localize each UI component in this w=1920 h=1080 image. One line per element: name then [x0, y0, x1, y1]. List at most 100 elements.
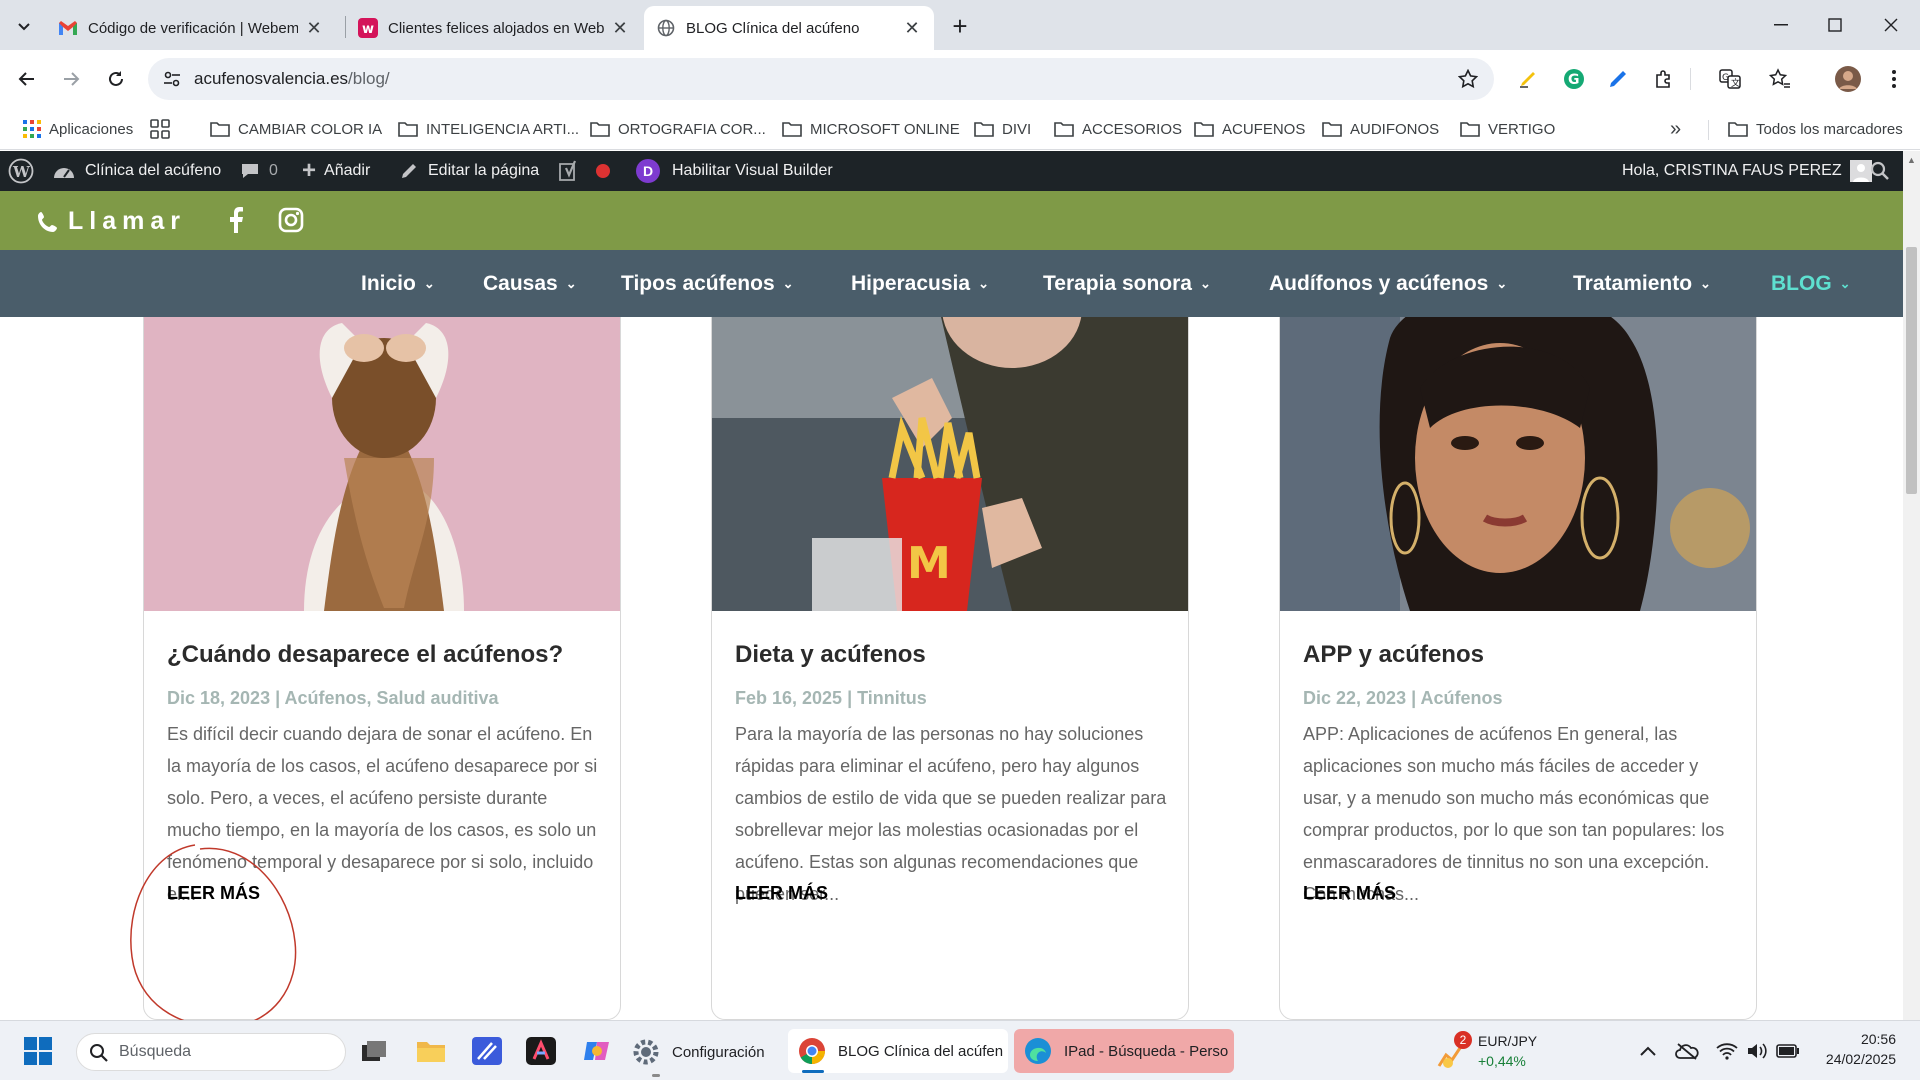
reading-list-star-icon[interactable] [1762, 61, 1798, 97]
wordpress-logo-icon[interactable]: W [8, 151, 34, 191]
show-hidden-icons-chevron[interactable] [1636, 1039, 1660, 1063]
task-view-icon[interactable] [358, 1035, 390, 1067]
wp-account-greeting[interactable]: Hola, CRISTINA FAUS PEREZ [1622, 151, 1872, 191]
yoast-seo-icon[interactable] [558, 151, 582, 191]
scrollbar-thumb[interactable] [1906, 247, 1917, 494]
tab-webempresa[interactable]: w Clientes felices alojados en Web ✕ [346, 6, 642, 50]
bookmark-apps[interactable]: Aplicaciones [23, 116, 133, 142]
extensions-puzzle-icon[interactable] [1646, 61, 1682, 97]
page-scrollbar[interactable]: ▲ [1903, 151, 1920, 1020]
bookmarks-overflow-icon[interactable]: » [1670, 116, 1681, 142]
phone-icon [38, 211, 57, 232]
tab-groups-icon[interactable] [150, 116, 170, 142]
adobe-app-icon[interactable] [524, 1035, 558, 1067]
facebook-icon[interactable] [224, 206, 248, 234]
bookmark-star-icon[interactable] [1450, 61, 1486, 97]
tab-blog-active[interactable]: BLOG Clínica del acúfeno ✕ [644, 6, 934, 50]
wifi-icon[interactable] [1714, 1039, 1740, 1063]
seo-status-dot-icon[interactable] [596, 151, 610, 191]
bookmark-folder-ortografia[interactable]: ORTOGRAFIA COR... [590, 116, 766, 142]
bookmark-folder-audifonos[interactable]: AUDIFONOS [1322, 116, 1439, 142]
folder-icon [210, 122, 230, 137]
post-meta: Dic 18, 2023 | Acúfenos, Salud auditiva [167, 688, 499, 708]
read-more-link[interactable]: LEER MÁS [1303, 883, 1396, 904]
scroll-up-arrow-icon[interactable]: ▲ [1907, 155, 1916, 165]
post-title[interactable]: ¿Cuándo desaparece el acúfenos? [167, 641, 563, 669]
post-thumbnail[interactable] [144, 317, 620, 611]
folder-icon [590, 122, 610, 137]
chevron-down-icon: ⌄ [782, 275, 794, 291]
nav-item-audifonos[interactable]: Audífonos y acúfenos ⌄ [1269, 250, 1507, 317]
post-thumbnail[interactable]: M [712, 317, 1188, 611]
bookmark-folder-acufenos[interactable]: ACUFENOS [1194, 116, 1305, 142]
blog-post-card: M Dieta y acúfenos Feb 16, 2025 | Tinnit… [711, 317, 1189, 1020]
nav-item-tratamiento[interactable]: Tratamiento ⌄ [1573, 250, 1711, 317]
file-explorer-icon[interactable] [414, 1035, 448, 1067]
bookmark-folder-vertigo[interactable]: VERTIGO [1460, 116, 1555, 142]
post-title[interactable]: Dieta y acúfenos [735, 641, 926, 669]
instagram-icon[interactable] [278, 207, 304, 233]
highlighter-extension-icon[interactable] [1510, 61, 1546, 97]
copilot-icon[interactable] [580, 1035, 614, 1067]
post-title[interactable]: APP y acúfenos [1303, 641, 1484, 669]
nav-item-terapia[interactable]: Terapia sonora ⌄ [1043, 250, 1211, 317]
bookmark-folder-accesorios[interactable]: ACCESORIOS [1054, 116, 1182, 142]
nav-item-causas[interactable]: Causas ⌄ [483, 250, 577, 317]
volume-icon[interactable] [1744, 1039, 1770, 1063]
call-link[interactable]: Llamar [36, 207, 186, 236]
close-window-icon[interactable] [1862, 0, 1920, 50]
folder-icon [1194, 122, 1214, 137]
comment-bubble-icon [242, 164, 258, 178]
grammarly-icon[interactable]: G [1556, 61, 1592, 97]
maximize-icon[interactable] [1806, 0, 1864, 50]
wp-site-name[interactable]: Clínica del acúfeno [52, 151, 221, 191]
close-tab-icon[interactable]: ✕ [610, 18, 630, 38]
system-clock[interactable]: 20:56 24/02/2025 [1810, 1031, 1896, 1073]
divi-logo-icon: D [636, 159, 660, 183]
bookmark-folder-cambiar-color[interactable]: CAMBIAR COLOR IA [210, 116, 382, 142]
onedrive-offline-icon[interactable] [1674, 1039, 1700, 1063]
tab-title: Código de verificación | Webem [88, 19, 298, 37]
address-bar[interactable]: acufenosvalencia.es/blog/ [148, 58, 1494, 100]
nav-item-hiperacusia[interactable]: Hiperacusia ⌄ [851, 250, 989, 317]
bookmark-folder-inteligencia[interactable]: INTELIGENCIA ARTI... [398, 116, 579, 142]
chrome-menu-icon[interactable] [1876, 61, 1912, 97]
new-tab-icon[interactable]: + [944, 10, 976, 42]
wp-search-icon[interactable] [1870, 151, 1890, 191]
chevron-down-icon: ⌄ [1496, 275, 1508, 291]
read-more-link[interactable]: LEER MÁS [735, 883, 828, 904]
taskbar-settings-app[interactable]: Configuración [632, 1033, 765, 1071]
wp-comments[interactable]: 0 [240, 151, 278, 191]
taskbar-search-box[interactable]: Búsqueda [76, 1033, 346, 1071]
wp-add-new[interactable]: + Añadir [302, 151, 370, 191]
pen-extension-icon[interactable] [1600, 61, 1636, 97]
close-tab-icon[interactable]: ✕ [902, 18, 922, 38]
post-excerpt: Para la mayoría de las personas no hay s… [735, 724, 1167, 904]
tab-gmail[interactable]: Código de verificación | Webem ✕ [46, 6, 336, 50]
windows-start-icon[interactable] [22, 1035, 54, 1067]
site-info-icon[interactable] [154, 61, 190, 97]
bookmark-folder-divi[interactable]: DIVI [974, 116, 1031, 142]
translate-icon[interactable]: G文 [1712, 61, 1748, 97]
close-tab-icon[interactable]: ✕ [304, 18, 324, 38]
forward-icon[interactable] [53, 61, 89, 97]
nav-item-inicio[interactable]: Inicio ⌄ [361, 250, 435, 317]
bookmark-folder-microsoft[interactable]: MICROSOFT ONLINE [782, 116, 960, 142]
back-icon[interactable] [9, 61, 45, 97]
currency-widget[interactable]: 2 EUR/JPY +0,44% [1436, 1031, 1566, 1073]
divi-visual-builder[interactable]: D Habilitar Visual Builder [636, 151, 833, 191]
minimize-icon[interactable] [1752, 0, 1810, 50]
post-thumbnail[interactable] [1280, 317, 1756, 611]
battery-icon[interactable] [1774, 1039, 1802, 1063]
wp-edit-page[interactable]: Editar la página [400, 151, 539, 191]
pen-app-icon[interactable] [470, 1035, 504, 1067]
nav-item-tipos[interactable]: Tipos acúfenos ⌄ [621, 250, 794, 317]
taskbar-chrome-window[interactable]: BLOG Clínica del acúfen [788, 1029, 1008, 1073]
reload-icon[interactable] [98, 61, 134, 97]
search-icon [90, 1044, 108, 1062]
taskbar-edge-window[interactable]: IPad - Búsqueda - Perso [1014, 1029, 1234, 1073]
tab-search-chevron-icon[interactable] [10, 12, 38, 40]
nav-item-blog-active[interactable]: BLOG ⌄ [1771, 250, 1851, 317]
all-bookmarks[interactable]: Todos los marcadores [1728, 116, 1903, 142]
profile-avatar[interactable] [1830, 61, 1866, 97]
